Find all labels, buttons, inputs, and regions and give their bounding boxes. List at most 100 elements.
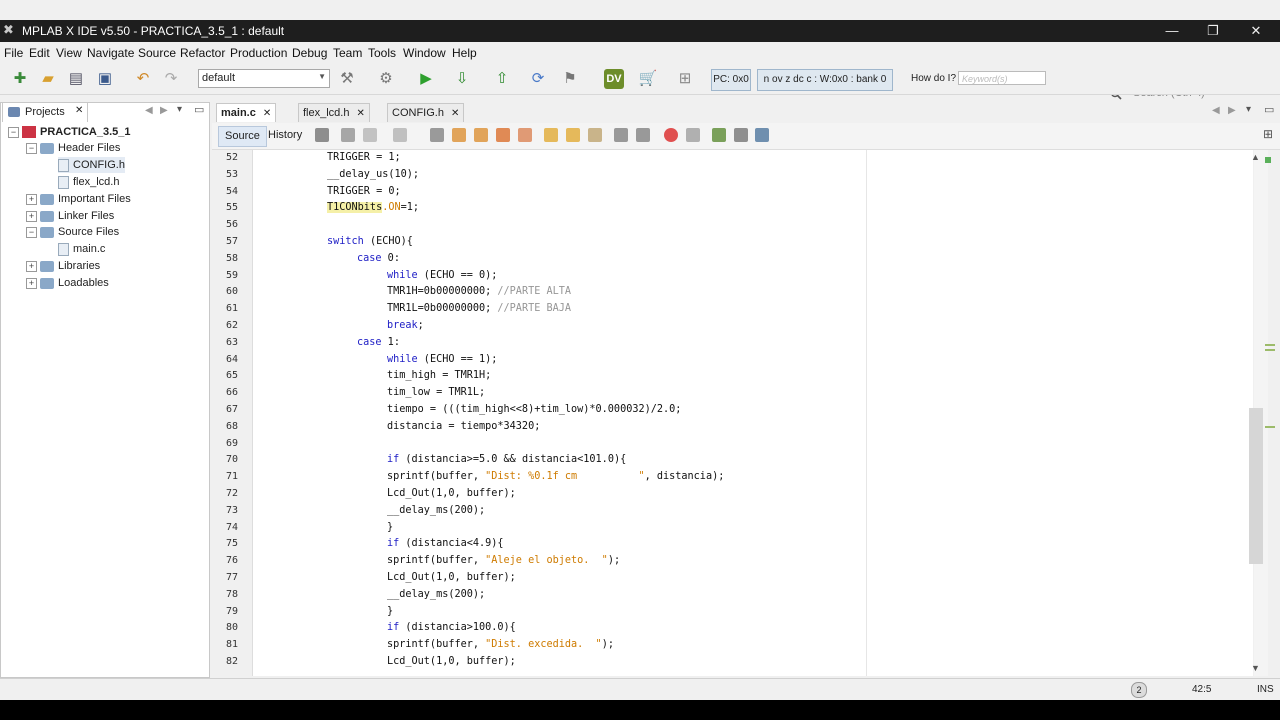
prev-panel-icon[interactable]: ◀ <box>145 105 153 116</box>
tree-linker-files[interactable]: + Linker Files <box>26 208 114 224</box>
tree-file-flex-lcd-h[interactable]: flex_lcd.h <box>58 174 119 190</box>
close-icon[interactable]: ✕ <box>356 108 364 119</box>
tree-important-files[interactable]: + Important Files <box>26 191 131 207</box>
maximize-button[interactable]: ❐ <box>1199 21 1227 41</box>
menu-file[interactable]: File <box>4 46 23 60</box>
menu-tools[interactable]: Tools <box>368 46 396 60</box>
menu-source[interactable]: Source <box>138 46 176 60</box>
error-stripe-status-icon <box>1265 157 1271 163</box>
expand-icon[interactable]: + <box>26 261 37 272</box>
history-icon[interactable] <box>393 128 407 142</box>
comment-icon[interactable] <box>712 128 726 142</box>
next-bookmark-icon[interactable] <box>566 128 580 142</box>
tab-projects[interactable]: Projects ✕ <box>2 102 88 122</box>
build-hammer-icon[interactable]: ⚒ <box>337 69 357 89</box>
expand-icon[interactable]: + <box>26 278 37 289</box>
stop-macro-icon[interactable] <box>686 128 700 142</box>
maximize-editor-icon[interactable]: ▭ <box>1264 103 1274 116</box>
toggle-highlight-icon[interactable] <box>496 128 510 142</box>
close-icon[interactable]: ✕ <box>75 105 83 116</box>
scroll-tabs-right-icon[interactable]: ▶ <box>1228 105 1236 116</box>
find-selection-icon[interactable] <box>430 128 444 142</box>
panel-menu-icon[interactable]: ▾ <box>177 104 182 115</box>
tab-label: main.c <box>221 107 256 119</box>
mplab-store-icon[interactable]: 🛒 <box>638 69 658 89</box>
source-view-tab[interactable]: Source <box>218 126 267 147</box>
tree-project-root[interactable]: − PRACTICA_3.5_1 <box>8 124 130 140</box>
close-icon[interactable]: ✕ <box>263 108 271 119</box>
keyword-input[interactable]: Keyword(s) <box>958 71 1046 85</box>
next-panel-icon[interactable]: ▶ <box>160 105 168 116</box>
shift-left-icon[interactable] <box>614 128 628 142</box>
menu-help[interactable]: Help <box>452 46 477 60</box>
expand-icon[interactable]: + <box>26 211 37 222</box>
tree-source-files[interactable]: − Source Files <box>26 224 119 240</box>
start-macro-icon[interactable] <box>664 128 678 142</box>
debug-project-icon[interactable]: ⚑ <box>560 69 580 89</box>
tree-file-main-c[interactable]: main.c <box>58 241 105 257</box>
tabs-list-icon[interactable]: ▾ <box>1246 104 1251 115</box>
configuration-select[interactable]: default ▼ <box>198 69 330 88</box>
tree-header-files[interactable]: − Header Files <box>26 140 120 156</box>
read-device-icon[interactable]: ⇧ <box>492 69 512 89</box>
tab-flex-lcd-h[interactable]: flex_lcd.h ✕ <box>298 103 370 122</box>
undo-icon[interactable]: ↶ <box>133 69 153 89</box>
tree-libraries[interactable]: + Libraries <box>26 258 100 274</box>
memory-view-icon[interactable]: ⊞ <box>675 69 695 89</box>
redo-icon[interactable]: ↷ <box>161 69 181 89</box>
menu-refactor[interactable]: Refactor <box>180 46 225 60</box>
collapse-icon[interactable]: − <box>26 143 37 154</box>
close-icon[interactable]: ✕ <box>451 108 459 119</box>
notifications-icon[interactable]: 2 <box>1131 682 1147 698</box>
error-stripe-mark[interactable] <box>1265 426 1275 428</box>
menu-team[interactable]: Team <box>333 46 362 60</box>
split-editor-icon[interactable]: ⊞ <box>1263 127 1273 141</box>
find-next-icon[interactable] <box>474 128 488 142</box>
collapse-icon[interactable]: − <box>26 227 37 238</box>
forward-icon[interactable] <box>363 128 377 142</box>
menu-view[interactable]: View <box>56 46 82 60</box>
hold-reset-icon[interactable]: ⟳ <box>528 69 548 89</box>
minimize-button[interactable]: — <box>1158 21 1186 41</box>
tree-loadables[interactable]: + Loadables <box>26 275 109 291</box>
minimize-panel-icon[interactable]: ▭ <box>194 103 204 116</box>
toggle-bookmark-icon[interactable] <box>588 128 602 142</box>
tab-config-h[interactable]: CONFIG.h ✕ <box>387 103 465 122</box>
tree-file-config-h[interactable]: CONFIG.h <box>58 157 125 173</box>
back-icon[interactable] <box>341 128 355 142</box>
last-edit-icon[interactable] <box>315 128 329 142</box>
scrollbar-thumb[interactable] <box>1249 408 1263 564</box>
scroll-tabs-left-icon[interactable]: ◀ <box>1212 105 1220 116</box>
new-project-icon[interactable]: ▰ <box>38 69 58 89</box>
save-all-icon[interactable]: ▣ <box>95 69 115 89</box>
menu-navigate[interactable]: Navigate <box>87 46 134 60</box>
error-stripe-mark[interactable] <box>1265 344 1275 346</box>
history-view-tab[interactable]: History <box>262 126 308 145</box>
close-window-button[interactable]: ✕ <box>1242 21 1270 41</box>
find-previous-icon[interactable] <box>452 128 466 142</box>
prev-bookmark-icon[interactable] <box>544 128 558 142</box>
diff-icon[interactable] <box>755 128 769 142</box>
run-icon[interactable]: ▶ <box>416 69 436 89</box>
scroll-up-icon[interactable]: ▲ <box>1251 152 1260 162</box>
menu-production[interactable]: Production <box>230 46 287 60</box>
error-stripe-mark[interactable] <box>1265 349 1275 351</box>
toggle-rect-selection-icon[interactable] <box>518 128 532 142</box>
shift-right-icon[interactable] <box>636 128 650 142</box>
new-file-icon[interactable]: ✚ <box>10 69 30 89</box>
menu-debug[interactable]: Debug <box>292 46 327 60</box>
scroll-down-icon[interactable]: ▼ <box>1251 663 1260 673</box>
open-project-icon[interactable]: ▤ <box>66 69 86 89</box>
code-keyword: break <box>387 320 418 331</box>
menu-window[interactable]: Window <box>403 46 446 60</box>
program-device-icon[interactable]: ⇩ <box>452 69 472 89</box>
tab-main-c[interactable]: main.c ✕ <box>216 103 277 122</box>
expand-icon[interactable]: + <box>26 194 37 205</box>
uncomment-icon[interactable] <box>734 128 748 142</box>
clean-build-icon[interactable]: ⚙ <box>376 69 396 89</box>
line-number: 68 <box>225 420 238 432</box>
collapse-icon[interactable]: − <box>8 127 19 138</box>
menu-edit[interactable]: Edit <box>29 46 50 60</box>
data-visualizer-icon[interactable]: DV <box>604 69 624 89</box>
project-icon <box>22 126 36 139</box>
